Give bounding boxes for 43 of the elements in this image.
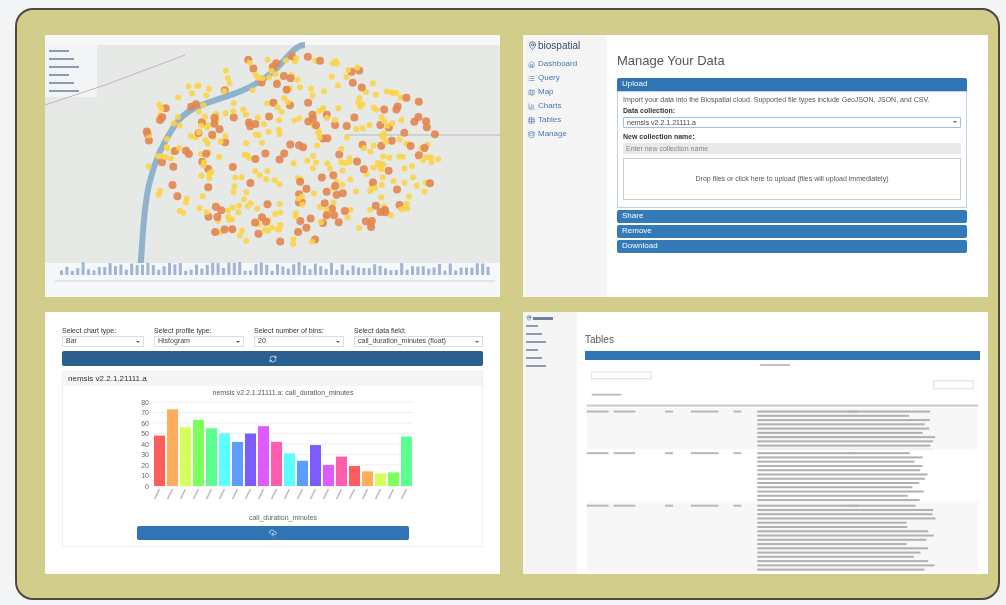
histogram-bar [361, 471, 373, 486]
caret-icon [236, 340, 240, 343]
histogram-bar [218, 433, 230, 486]
section-header[interactable]: Download [617, 239, 967, 253]
blurred-logo-drawing [533, 316, 553, 320]
histogram-bar [179, 427, 191, 486]
pin-icon [526, 315, 532, 321]
cloud-upload-icon [268, 529, 277, 537]
nav-icon [528, 74, 535, 82]
histogram-bar [231, 441, 243, 486]
caret-icon [336, 340, 340, 343]
histogram-bar [270, 441, 282, 486]
nav-link[interactable]: Manage [528, 129, 607, 139]
pin-icon [528, 41, 537, 50]
histogram-bar [374, 473, 386, 486]
nav-link[interactable]: Dashboard [528, 59, 607, 69]
histogram-bar [283, 453, 295, 486]
section-header[interactable]: Upload [617, 77, 967, 91]
nav-link[interactable]: Charts [528, 101, 607, 111]
nav-icon [528, 116, 535, 124]
nav-icon [528, 102, 535, 110]
caret-icon [475, 340, 479, 343]
page-title: Tables [585, 333, 615, 347]
refresh-icon [268, 354, 277, 363]
section-header[interactable]: Remove [617, 224, 967, 238]
nav-link[interactable]: Tables [528, 115, 607, 125]
page-title: Manage Your Data [617, 52, 726, 70]
histogram-bar [244, 433, 256, 486]
panel-title: nemsis v2.2.1.21111.a [63, 372, 482, 386]
nav-icon [528, 88, 535, 96]
caret-icon [953, 121, 957, 123]
histogram-bar [257, 426, 269, 486]
refresh-button[interactable] [62, 351, 483, 366]
logo-text: biospatial [538, 39, 581, 53]
nav-icon [528, 130, 535, 138]
histogram-bar [192, 419, 204, 486]
caret-icon [136, 340, 140, 343]
nav-link[interactable]: Query [528, 73, 607, 83]
section-header[interactable]: Share [617, 209, 967, 223]
histogram-bar [205, 428, 217, 486]
nav-link[interactable]: Map [528, 87, 607, 97]
download-button[interactable] [136, 526, 409, 540]
nav-icon [528, 60, 535, 68]
